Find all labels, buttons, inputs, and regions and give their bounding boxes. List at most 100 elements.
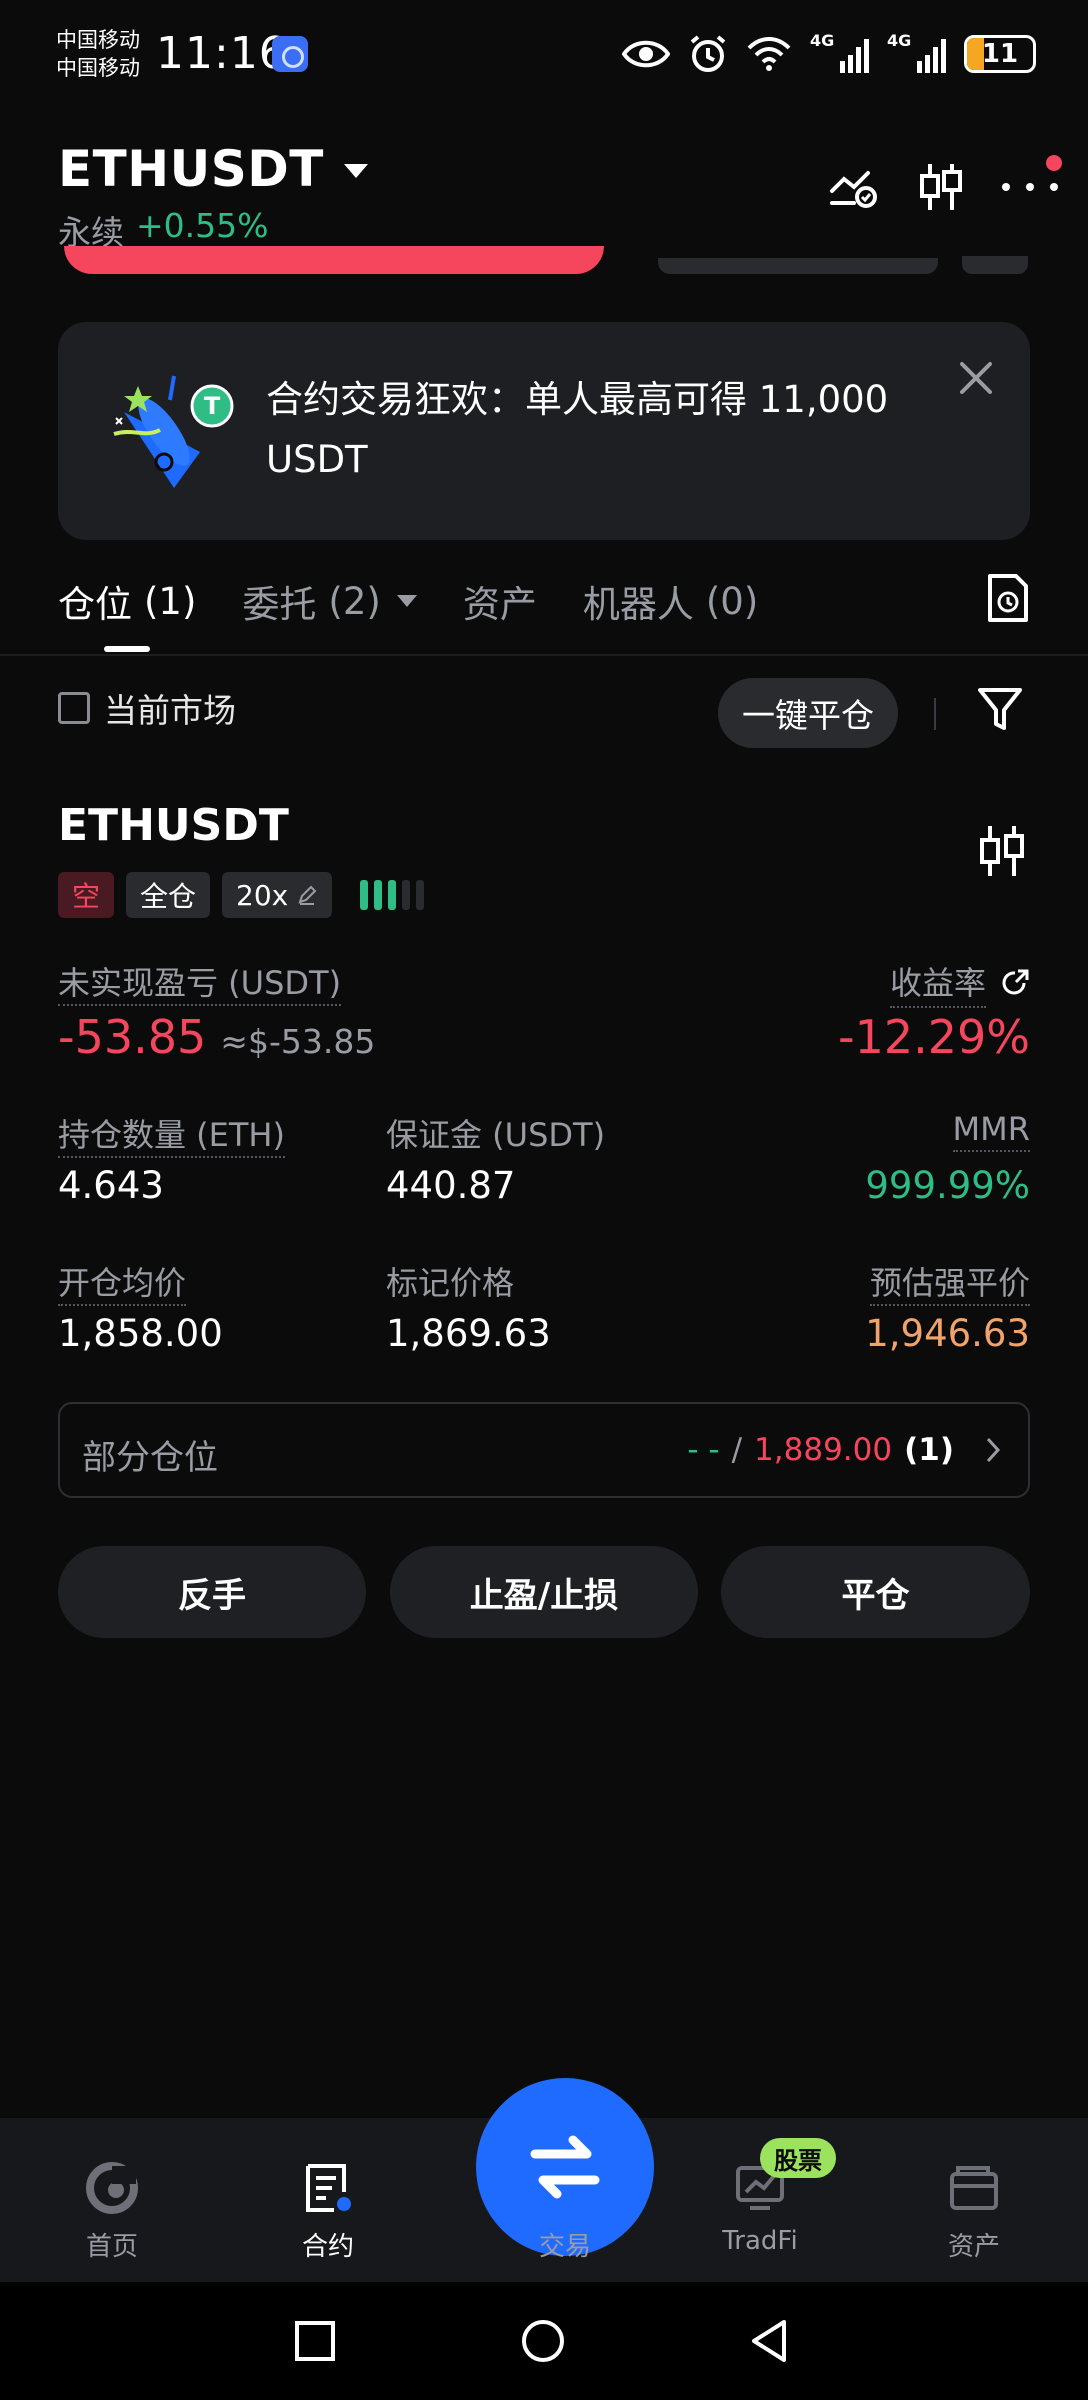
tab-positions[interactable]: 仓位 (1) xyxy=(58,574,196,628)
tab-count: (0) xyxy=(705,579,759,623)
recent-apps-icon[interactable] xyxy=(294,2320,336,2362)
scrolled-chip-edge xyxy=(962,256,1028,274)
promo-banner-text: 合约交易狂欢：单人最高可得 11,000 USDT xyxy=(266,378,889,481)
position-size-label-text[interactable]: 持仓数量 (ETH) xyxy=(58,1116,285,1158)
entry-price-value: 1,858.00 xyxy=(58,1312,223,1355)
network-type-1: 4G xyxy=(810,31,835,50)
swap-arrows-icon xyxy=(530,2135,600,2199)
close-icon[interactable] xyxy=(956,358,996,398)
roe-label: 收益率 xyxy=(889,958,1030,1008)
tab-label: 资产 xyxy=(462,583,537,626)
position-size-value: 4.643 xyxy=(58,1164,164,1207)
close-position-button[interactable]: 平仓 xyxy=(721,1546,1030,1638)
mark-price-value: 1,869.63 xyxy=(386,1312,551,1355)
carrier-2: 中国移动 xyxy=(56,56,140,80)
liq-price-value: 1,946.63 xyxy=(865,1312,1030,1355)
carrier-1: 中国移动 xyxy=(56,28,140,52)
reverse-button[interactable]: 反手 xyxy=(58,1546,366,1638)
stock-badge: 股票 xyxy=(760,2138,836,2178)
back-icon[interactable] xyxy=(748,2318,790,2364)
scrolled-input-edge xyxy=(658,258,938,274)
app-notification-icon xyxy=(272,36,308,72)
partial-position-summary: - - / 1,889.00 (1) xyxy=(687,1432,1004,1468)
signal-1-icon: 4G xyxy=(810,31,869,73)
position-badges: 空 全仓 20x xyxy=(58,872,425,918)
tab-bots[interactable]: 机器人 (0) xyxy=(583,574,758,628)
partial-position-label: 部分仓位 xyxy=(82,1438,218,1478)
more-dot xyxy=(1002,183,1010,191)
tab-count: (2) xyxy=(328,579,381,623)
risk-bar xyxy=(402,880,411,910)
active-tab-indicator xyxy=(104,646,150,652)
edit-icon xyxy=(298,885,317,905)
futures-doc-icon xyxy=(306,2164,351,2212)
tab-label: 仓位 xyxy=(58,583,132,626)
party-popper-icon: T xyxy=(113,375,234,488)
mmr-label: MMR xyxy=(952,1110,1030,1152)
scrolled-sell-button-edge xyxy=(64,246,604,274)
margin-mode-badge[interactable]: 全仓 xyxy=(126,872,211,918)
mmr-value: 999.99% xyxy=(865,1164,1030,1207)
position-symbol: ETHUSDT xyxy=(58,800,289,851)
header-actions xyxy=(828,155,1062,212)
unrealized-pnl: -53.85 ≈$-53.85 xyxy=(58,1010,375,1064)
share-icon[interactable] xyxy=(1000,968,1030,998)
partial-position-row[interactable]: 部分仓位 - - / 1,889.00 (1) xyxy=(58,1402,1030,1498)
leverage-badge[interactable]: 20x xyxy=(222,872,333,918)
partial-count: (1) xyxy=(904,1432,954,1468)
tab-label: 机器人 xyxy=(582,583,694,626)
more-menu-button[interactable] xyxy=(1002,155,1062,209)
clock: 11:16 xyxy=(156,28,288,79)
filter-icon[interactable] xyxy=(976,684,1024,734)
carrier-labels: 中国移动 中国移动 xyxy=(56,26,140,82)
system-nav-bar xyxy=(0,2282,1088,2400)
nav-home[interactable]: 首页 xyxy=(32,2162,192,2263)
promo-banner[interactable]: T 合约交易狂欢：单人最高可得 11,000 USDT xyxy=(58,322,1030,540)
tab-assets[interactable]: 资产 xyxy=(463,574,537,628)
candlestick-chart-icon[interactable] xyxy=(978,824,1026,878)
risk-bar xyxy=(416,880,425,910)
home-icon[interactable] xyxy=(520,2318,566,2364)
tpsl-button[interactable]: 止盈/止损 xyxy=(390,1546,698,1638)
chevron-down-icon xyxy=(396,595,417,607)
wallet-icon xyxy=(950,2166,998,2210)
nav-assets[interactable]: 资产 xyxy=(894,2162,1054,2263)
nav-futures-label: 合约 xyxy=(301,2232,354,2262)
current-market-filter[interactable]: 当前市场 xyxy=(58,684,236,732)
alarm-icon xyxy=(690,35,726,72)
status-bar: 中国移动 中国移动 11:16 4G 4G 11 xyxy=(0,0,1088,110)
margin-value: 440.87 xyxy=(386,1164,516,1207)
risk-level-bars xyxy=(360,880,425,910)
liq-price-label-text[interactable]: 预估强平价 xyxy=(869,1264,1030,1306)
side-badge: 空 xyxy=(58,872,115,918)
entry-price-label: 开仓均价 xyxy=(58,1258,187,1306)
nav-trade-label: 交易 xyxy=(538,2232,591,2262)
risk-bar xyxy=(388,880,397,910)
unrealized-pnl-usd: ≈$-53.85 xyxy=(220,1022,376,1061)
partial-tp-value: - - xyxy=(687,1432,720,1468)
position-tabs: 仓位 (1) 委托 (2) 资产 机器人 (0) xyxy=(58,566,758,636)
candlestick-chart-icon[interactable] xyxy=(918,162,964,212)
divider xyxy=(0,654,1088,656)
tab-orders[interactable]: 委托 (2) xyxy=(242,574,417,628)
mmr-label-text[interactable]: MMR xyxy=(952,1110,1030,1152)
eye-icon xyxy=(622,40,670,68)
trade-settings-icon[interactable] xyxy=(828,165,880,209)
partial-sl-value: 1,889.00 xyxy=(754,1432,893,1468)
nav-home-label: 首页 xyxy=(85,2232,138,2262)
roe-value: -12.29% xyxy=(838,1010,1030,1064)
entry-price-label-text[interactable]: 开仓均价 xyxy=(58,1264,187,1306)
nav-futures[interactable]: 合约 xyxy=(248,2162,408,2263)
position-size-label: 持仓数量 (ETH) xyxy=(58,1110,285,1158)
current-market-checkbox[interactable] xyxy=(58,692,90,724)
nav-tradfi-label: TradFi xyxy=(722,2226,798,2256)
status-icons: 4G 4G 11 xyxy=(622,30,1036,78)
symbol-selector[interactable]: ETHUSDT xyxy=(58,140,368,198)
partial-separator: / xyxy=(731,1432,743,1468)
order-history-icon[interactable] xyxy=(986,572,1030,624)
close-all-button[interactable]: 一键平仓 xyxy=(718,678,898,748)
unrealized-pnl-label-text[interactable]: 未实现盈亏 (USDT) xyxy=(58,964,342,1006)
roe-label-text[interactable]: 收益率 xyxy=(889,958,986,1008)
chevron-down-icon xyxy=(343,164,368,178)
risk-bar xyxy=(374,880,383,910)
